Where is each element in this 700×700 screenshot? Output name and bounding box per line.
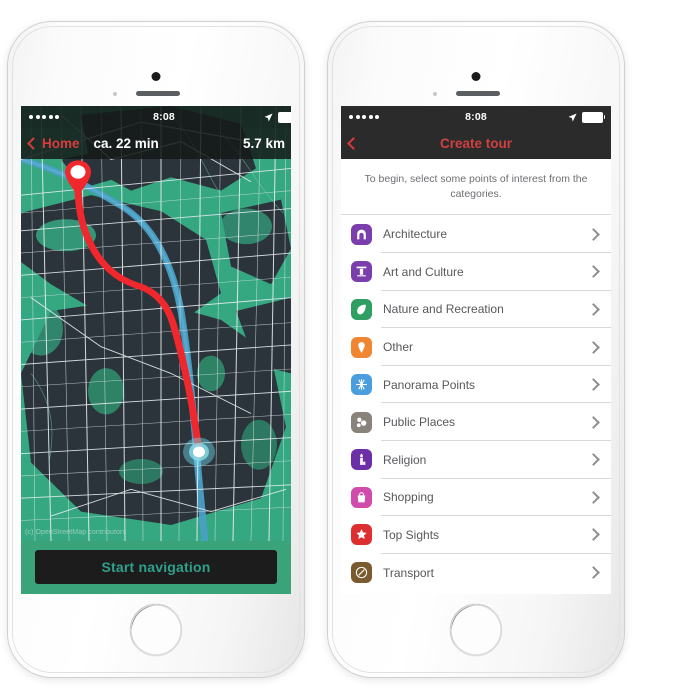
screenshot-stage: (c) OpenStreetMap contributors Start nav…: [0, 0, 700, 700]
signal-strength-icon: [349, 115, 379, 119]
chevron-left-icon: [347, 137, 360, 150]
category-row-religion[interactable]: Religion: [341, 441, 611, 479]
category-label: Art and Culture: [383, 264, 464, 279]
proximity-sensor-icon: [113, 92, 117, 96]
back-button[interactable]: [347, 137, 360, 150]
status-bar-time: 8:08: [153, 111, 175, 123]
signal-strength-icon: [29, 115, 59, 119]
nav-bar-create-tour: Create tour: [341, 128, 611, 159]
leaf-icon: [351, 298, 372, 320]
category-label: Top Sights: [383, 527, 440, 542]
category-row-other[interactable]: Other: [341, 328, 611, 366]
category-label: Public Places: [383, 415, 456, 430]
chevron-right-icon: [587, 415, 600, 429]
category-label: Other: [383, 340, 414, 355]
category-list: Architecture Art and Culture Nature and Re…: [341, 215, 611, 594]
star-icon: [351, 524, 372, 546]
category-label: Panorama Points: [383, 377, 476, 392]
chevron-right-icon: [587, 528, 600, 542]
architecture-icon: [351, 223, 372, 245]
category-row-top-sights[interactable]: Top Sights: [341, 516, 611, 554]
map-attribution: (c) OpenStreetMap contributors: [25, 529, 127, 536]
nav-bar-route: Home ca. 22 min 5.7 km: [21, 128, 291, 159]
chevron-right-icon: [587, 491, 600, 504]
status-bar-right-group: [568, 111, 605, 123]
home-back-button[interactable]: Home: [27, 136, 80, 151]
category-label: Architecture: [383, 227, 448, 242]
category-label: Religion: [383, 452, 427, 467]
home-button[interactable]: [450, 604, 502, 656]
status-bar-left: 8:08: [21, 106, 291, 128]
category-row-shopping[interactable]: Shopping: [341, 478, 611, 517]
home-back-label: Home: [42, 136, 80, 151]
category-label: Transport: [383, 565, 434, 580]
front-camera-icon: [471, 72, 481, 81]
chevron-right-icon: [587, 340, 600, 354]
current-location-marker: [183, 437, 215, 467]
map-pin-icon: [351, 336, 372, 358]
location-arrow-icon: [568, 113, 577, 121]
map-graphic: [21, 106, 291, 541]
location-arrow-icon: [264, 113, 273, 121]
category-label: Shopping: [383, 490, 434, 505]
chevron-right-icon: [587, 303, 600, 316]
shopping-bag-icon: [351, 486, 372, 508]
candle-icon: [351, 449, 372, 471]
route-summary: Home ca. 22 min 5.7 km: [27, 136, 291, 151]
route-distance: 5.7 km: [242, 136, 285, 151]
column-icon: [351, 261, 372, 283]
phone-right-create-tour: 8:08 Create tour To begin, select some p…: [328, 22, 624, 677]
page-title: Create tour: [439, 136, 512, 151]
category-row-nature-and-recreation[interactable]: Nature and Recreation: [341, 290, 611, 329]
screen-navigation: (c) OpenStreetMap contributors Start nav…: [21, 106, 291, 594]
chevron-left-icon: [27, 137, 40, 150]
chevron-right-icon: [587, 265, 600, 279]
category-row-transport[interactable]: Transport: [341, 553, 611, 592]
earpiece-speaker: [456, 91, 500, 96]
status-bar-right: 8:08: [341, 106, 611, 128]
transport-icon: [351, 562, 372, 584]
start-navigation-label: Start navigation: [101, 559, 211, 575]
chevron-right-icon: [587, 453, 600, 467]
status-bar-right-group: [264, 111, 291, 123]
category-row-art-and-culture[interactable]: Art and Culture: [341, 253, 611, 291]
front-camera-icon: [151, 72, 161, 81]
earpiece-speaker: [136, 91, 180, 96]
create-tour-body: To begin, select some points of interest…: [341, 159, 611, 594]
screen-create-tour: 8:08 Create tour To begin, select some p…: [341, 106, 611, 594]
battery-icon: [278, 111, 291, 123]
public-places-icon: [351, 411, 372, 433]
category-row-public-places[interactable]: Public Places: [341, 403, 611, 441]
map-canvas[interactable]: (c) OpenStreetMap contributors Start nav…: [21, 106, 291, 594]
battery-icon: [582, 111, 605, 123]
home-button[interactable]: [130, 604, 182, 656]
chevron-right-icon: [587, 378, 600, 391]
proximity-sensor-icon: [433, 92, 437, 96]
category-label: Nature and Recreation: [383, 302, 504, 317]
start-navigation-button[interactable]: Start navigation: [35, 550, 277, 584]
panorama-star-icon: [351, 374, 372, 396]
category-row-architecture[interactable]: Architecture: [341, 215, 611, 254]
phone-left-navigation: (c) OpenStreetMap contributors Start nav…: [8, 22, 304, 677]
chevron-right-icon: [587, 227, 600, 241]
chevron-right-icon: [587, 566, 600, 579]
intro-instructions: To begin, select some points of interest…: [341, 159, 611, 216]
route-eta: ca. 22 min: [93, 136, 159, 151]
category-row-panorama-points[interactable]: Panorama Points: [341, 365, 611, 404]
